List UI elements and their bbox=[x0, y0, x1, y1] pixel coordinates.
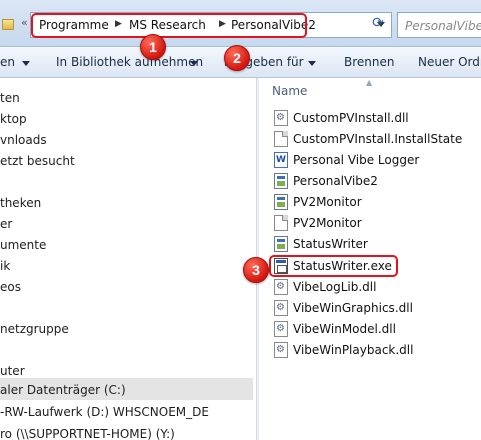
chevron-down-icon[interactable] bbox=[308, 61, 316, 66]
sort-arrow-icon: ▲ bbox=[366, 78, 373, 87]
step-marker-2: 2 bbox=[224, 45, 250, 71]
nav-item-favorites[interactable]: ten bbox=[0, 91, 20, 105]
nav-item-computer[interactable]: uter bbox=[0, 364, 25, 378]
dll-icon bbox=[274, 279, 288, 295]
search-input[interactable]: PersonalVibe2 bbox=[397, 12, 481, 38]
highlight-breadcrumb-box bbox=[31, 13, 307, 38]
nav-item-downloads[interactable]: vnloads bbox=[0, 133, 47, 147]
file-item[interactable]: PV2Monitor bbox=[272, 213, 477, 233]
dll-icon bbox=[274, 300, 288, 316]
file-item[interactable]: CustomPVInstall.dll bbox=[272, 108, 477, 128]
nav-item-recent-places[interactable]: etzt besucht bbox=[0, 154, 75, 168]
navigation-pane: ten ktop vnloads etzt besucht theken er … bbox=[0, 78, 259, 440]
address-bar-area: « Programme ▶ MS Research ▶ PersonalVibe… bbox=[0, 0, 481, 47]
nav-item-desktop[interactable]: ktop bbox=[0, 112, 27, 126]
step-marker-1: 1 bbox=[140, 34, 166, 60]
file-item[interactable]: Personal Vibe Logger bbox=[272, 150, 477, 170]
file-name: PV2Monitor bbox=[293, 195, 362, 209]
nav-item-local-disk[interactable]: aler Datenträger (C:) bbox=[0, 383, 126, 397]
file-name: PersonalVibe2 bbox=[293, 174, 378, 188]
document-icon bbox=[274, 215, 288, 231]
file-name: VibeWinGraphics.dll bbox=[293, 301, 413, 315]
dll-icon bbox=[274, 342, 288, 358]
file-item[interactable]: PV2Monitor bbox=[272, 192, 477, 212]
nav-item-libraries[interactable]: theken bbox=[0, 196, 41, 210]
nav-item-library-1[interactable]: er bbox=[0, 217, 12, 231]
file-item[interactable]: VibeWinGraphics.dll bbox=[272, 298, 477, 318]
file-name: VibeWinModel.dll bbox=[293, 322, 396, 336]
folder-icon bbox=[2, 19, 14, 30]
application-icon bbox=[274, 173, 288, 189]
nav-item-music[interactable]: ik bbox=[0, 259, 10, 273]
burn-button[interactable]: Brennen bbox=[344, 55, 394, 69]
chevron-down-icon[interactable] bbox=[190, 61, 198, 66]
file-name: VibeWinPlayback.dll bbox=[293, 343, 414, 357]
file-item[interactable]: VibeWinPlayback.dll bbox=[272, 340, 477, 360]
new-folder-button[interactable]: Neuer Ordner bbox=[418, 55, 481, 69]
file-name: StatusWriter bbox=[293, 237, 368, 251]
column-header-name[interactable]: Name bbox=[272, 84, 307, 98]
chevron-down-icon[interactable] bbox=[22, 61, 30, 66]
file-name: PV2Monitor bbox=[293, 216, 362, 230]
file-item[interactable]: VibeWinModel.dll bbox=[272, 319, 477, 339]
file-name: VibeLogLib.dll bbox=[293, 280, 377, 294]
dll-icon bbox=[274, 321, 288, 337]
nav-item-videos[interactable]: eos bbox=[0, 280, 21, 294]
file-item[interactable]: VibeLogLib.dll bbox=[272, 277, 477, 297]
organize-button[interactable]: en bbox=[0, 55, 15, 69]
chevron-left-icon[interactable]: « bbox=[21, 16, 28, 29]
refresh-icon[interactable]: ⟳ bbox=[366, 15, 390, 35]
include-in-library-button[interactable]: In Bibliothek aufnehmen bbox=[56, 55, 203, 69]
file-item[interactable]: PersonalVibe2 bbox=[272, 171, 477, 191]
word-document-icon bbox=[274, 152, 288, 168]
dll-icon bbox=[274, 110, 288, 126]
step-marker-3: 3 bbox=[243, 257, 269, 283]
nav-item-dvd-drive[interactable]: -RW-Laufwerk (D:) WHSCNOEM_DE bbox=[0, 405, 209, 419]
search-placeholder: PersonalVibe2 bbox=[405, 19, 481, 33]
nav-item-homegroup[interactable]: netzgruppe bbox=[0, 322, 69, 336]
highlight-exe-box bbox=[269, 255, 398, 277]
file-name: CustomPVInstall.dll bbox=[293, 111, 409, 125]
application-icon bbox=[274, 194, 288, 210]
nav-item-network-drive[interactable]: ro (\\SUPPORTNET-HOME) (Y:) bbox=[0, 427, 175, 440]
document-icon bbox=[274, 131, 288, 147]
application-icon bbox=[274, 236, 288, 252]
file-item[interactable]: CustomPVInstall.InstallState bbox=[272, 129, 477, 149]
file-name: Personal Vibe Logger bbox=[293, 153, 420, 167]
file-item[interactable]: StatusWriter bbox=[272, 234, 477, 254]
file-name: CustomPVInstall.InstallState bbox=[293, 132, 463, 146]
nav-item-documents[interactable]: umente bbox=[0, 238, 46, 252]
